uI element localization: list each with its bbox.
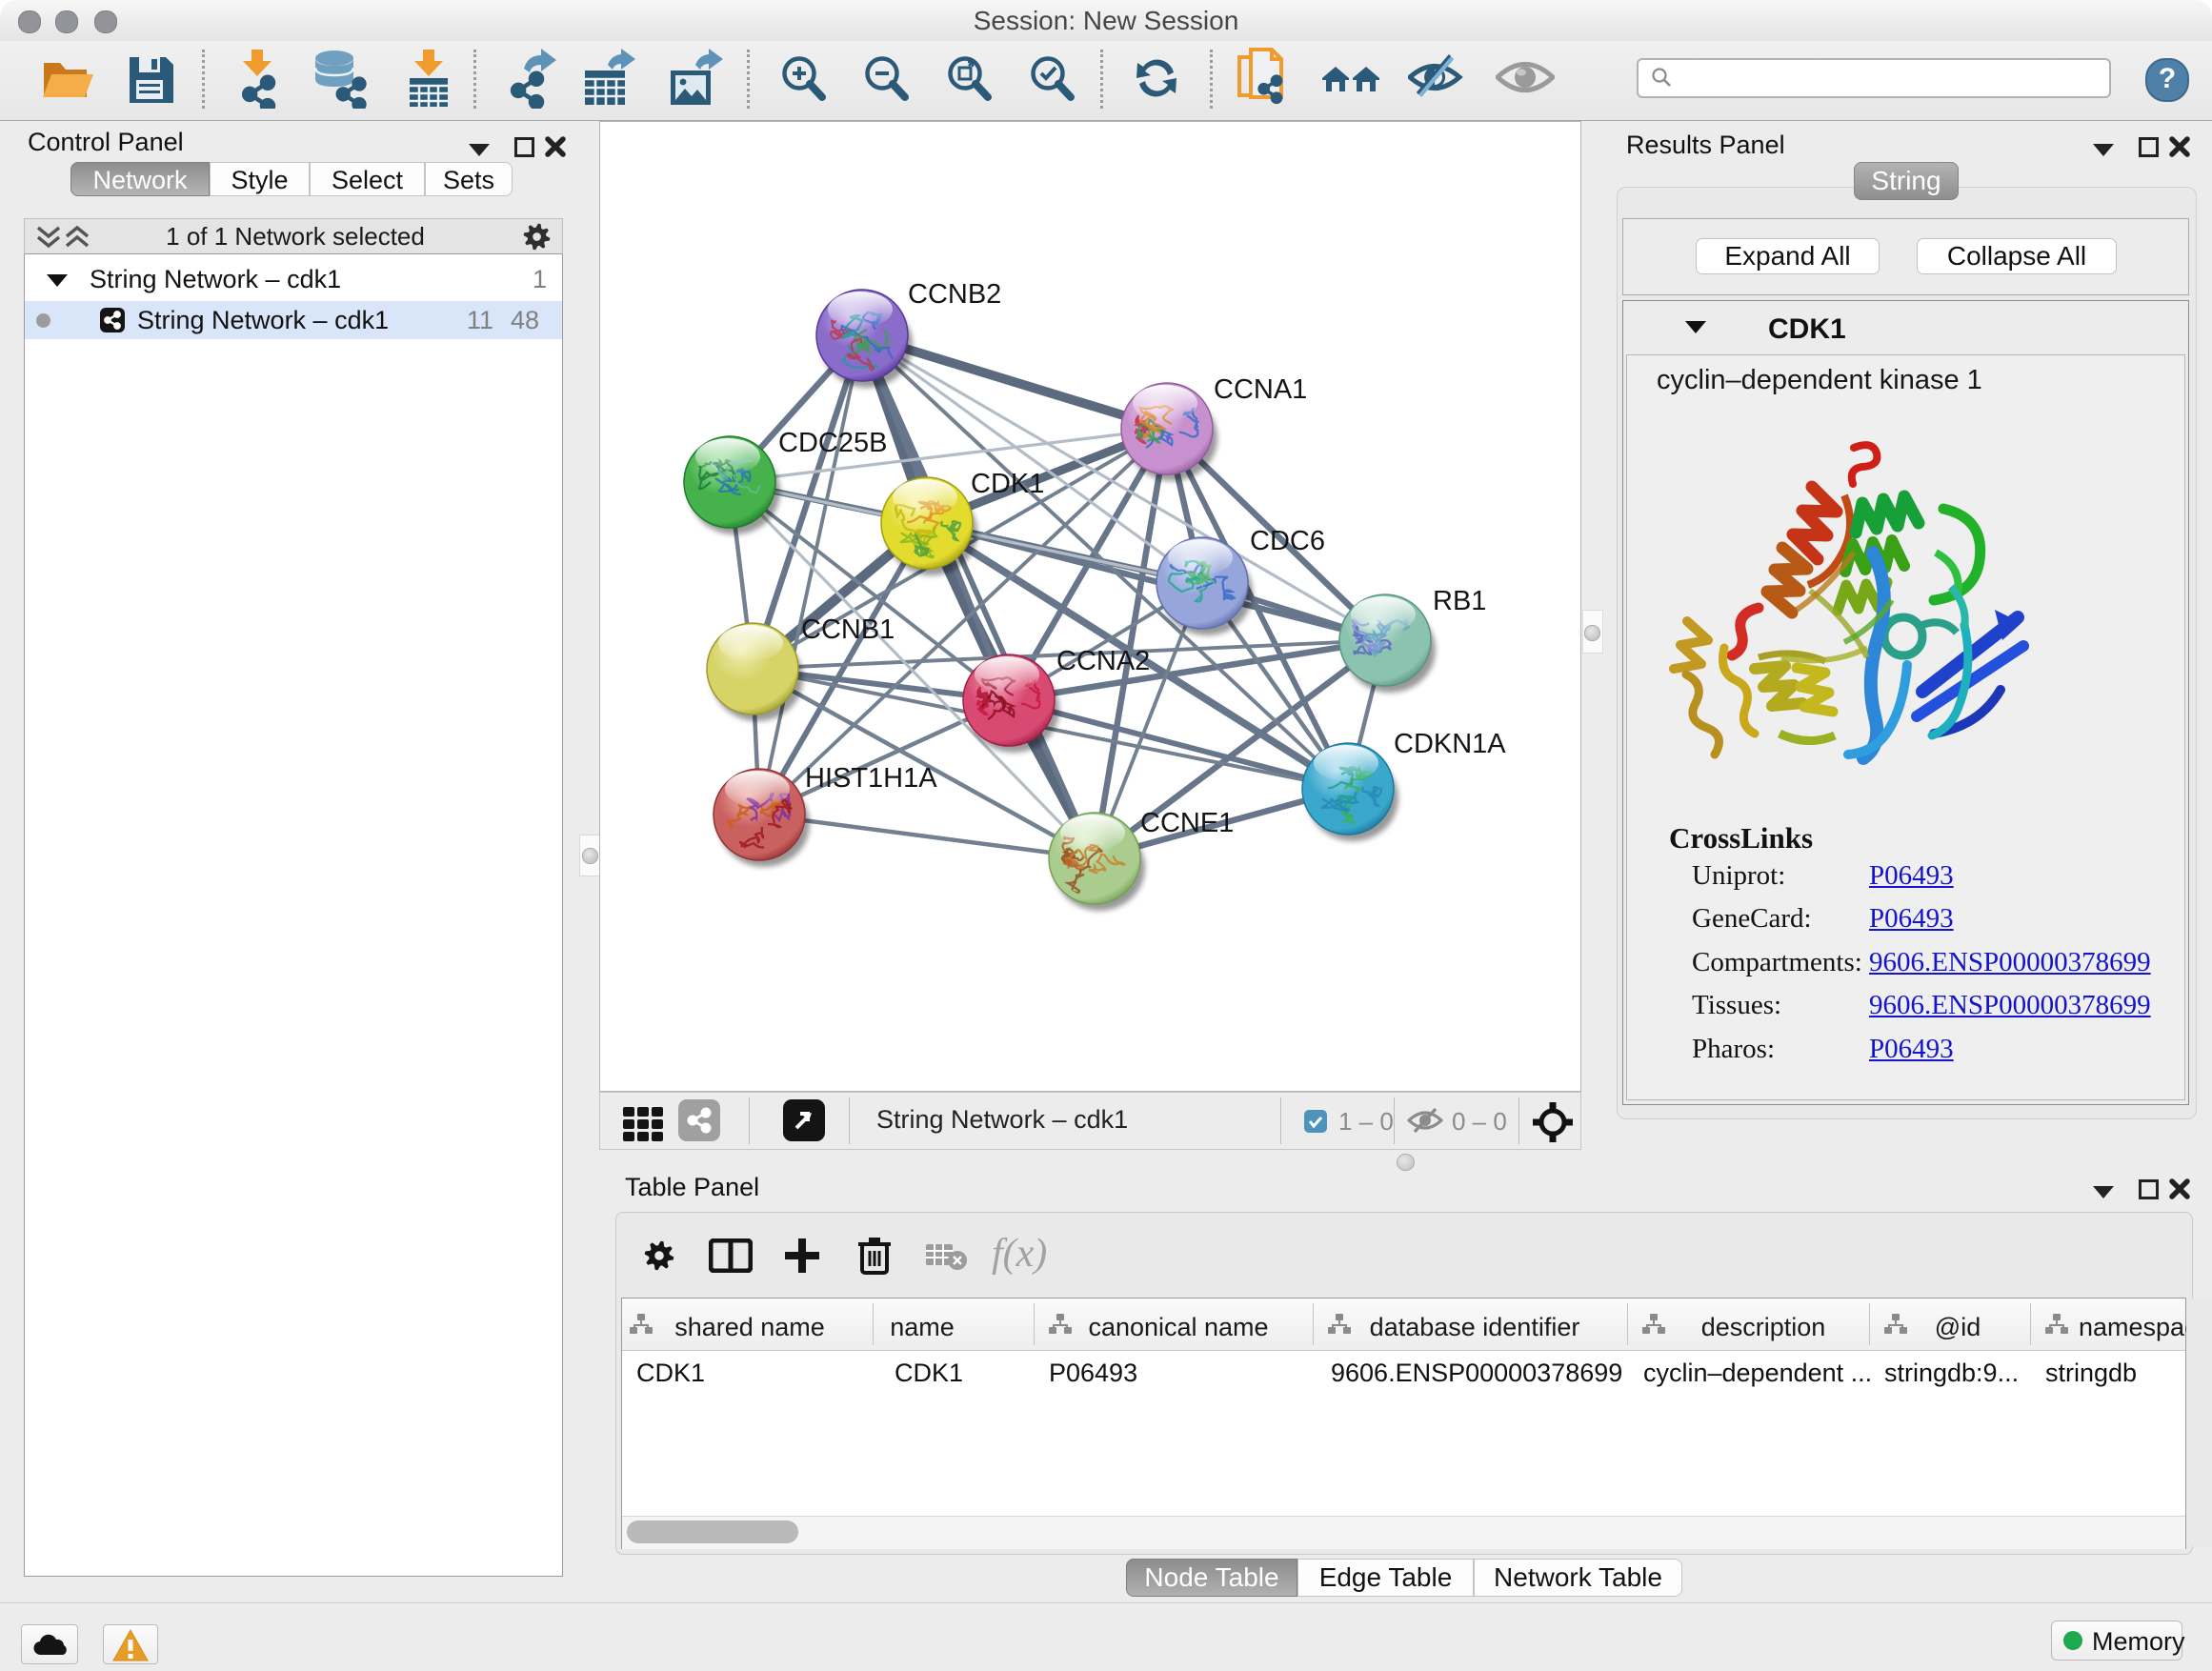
svg-text:CDC6: CDC6 [1250, 526, 1325, 556]
svg-text:RB1: RB1 [1433, 586, 1486, 616]
svg-text:CDC25B: CDC25B [778, 428, 887, 458]
svg-text:CDKN1A: CDKN1A [1394, 729, 1506, 759]
svg-text:HIST1H1A: HIST1H1A [805, 763, 937, 794]
svg-text:CCNA1: CCNA1 [1214, 374, 1307, 405]
svg-text:CCNE1: CCNE1 [1140, 808, 1234, 838]
svg-text:CCNB2: CCNB2 [908, 279, 1001, 310]
svg-text:CCNB1: CCNB1 [801, 614, 895, 645]
svg-text:CDK1: CDK1 [971, 469, 1044, 499]
svg-text:CCNA2: CCNA2 [1056, 646, 1150, 676]
